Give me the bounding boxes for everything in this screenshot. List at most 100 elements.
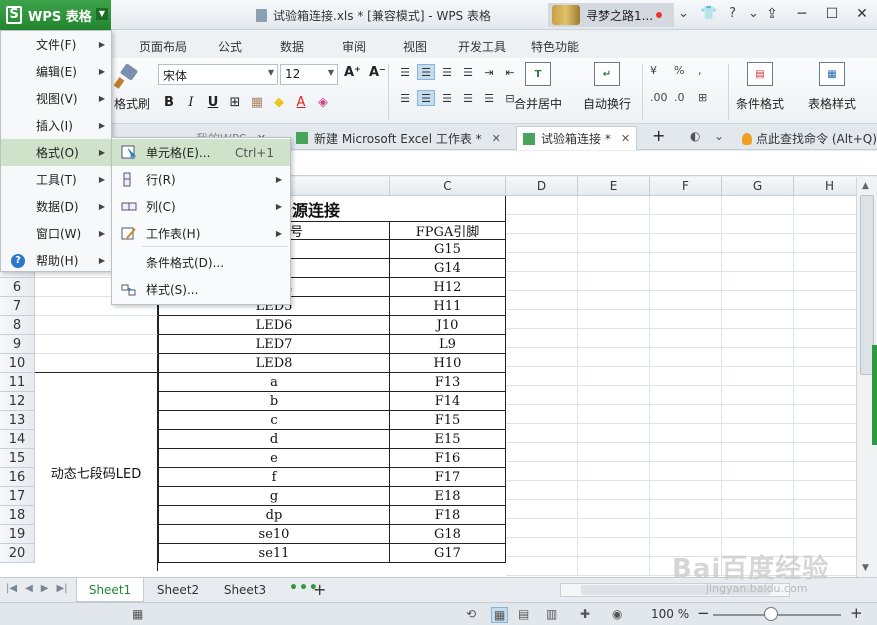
table-cell[interactable]: F15 [390,411,506,430]
table-cell[interactable]: se11 [158,544,390,563]
grid-cell[interactable] [650,215,722,234]
grid-cell[interactable] [578,234,650,253]
grid-cell[interactable] [722,443,794,462]
conditional-format-button[interactable]: ▤ 条件格式 [736,62,784,112]
menu-item-row[interactable]: 行(R) ▶ [112,166,290,193]
tab-page-layout[interactable]: 页面布局 [139,38,187,55]
close-icon[interactable]: ✕ [621,132,630,145]
align-left-icon[interactable]: ☰ [396,90,414,106]
justify-icon[interactable]: ☰ [459,90,477,106]
grid-cell[interactable] [650,405,722,424]
table-cell[interactable]: G18 [390,525,506,544]
grid-cell[interactable] [578,329,650,348]
align-top-icon[interactable]: ☰ [396,64,414,80]
tab-data[interactable]: 数据 [280,38,304,55]
zoom-level[interactable]: 100 % [651,607,689,621]
wps-app-menu-button[interactable]: S WPS 表格 ▼ [0,0,111,30]
grid-cell[interactable] [722,253,794,272]
table-cell[interactable]: E18 [390,487,506,506]
grid-cell[interactable] [578,367,650,386]
grid-cell[interactable] [722,500,794,519]
table-cell[interactable]: f [158,468,390,487]
grid-cell[interactable] [722,386,794,405]
grid-cell[interactable] [578,291,650,310]
grid-cell[interactable] [506,557,578,576]
grid-cell[interactable] [722,310,794,329]
sheet-tab-3[interactable]: Sheet3 [212,578,278,602]
table-cell[interactable]: H12 [390,278,506,297]
grid-cell[interactable] [650,234,722,253]
add-sheet-icon[interactable]: + [313,580,326,599]
menu-item-conditional-format[interactable]: 条件格式(D)... [112,249,290,276]
table-cell[interactable]: J10 [390,316,506,335]
grid-cell[interactable] [578,424,650,443]
grid-cell[interactable] [722,329,794,348]
grid-cell[interactable] [650,348,722,367]
grid-cell[interactable] [578,557,650,576]
next-sheet-icon[interactable]: ▶ [41,583,49,594]
zoom-out-icon[interactable]: − [697,604,710,622]
grid-cell[interactable] [794,234,856,253]
grid-cell[interactable] [794,462,856,481]
table-cell[interactable]: LED8 [158,354,390,373]
menu-item-edit[interactable]: 编辑(E) ▶ [1,58,111,85]
grid-cell[interactable] [794,348,856,367]
fill-color-icon[interactable]: ◆ [270,93,288,111]
grid-cell[interactable] [722,405,794,424]
grid-cell[interactable] [650,424,722,443]
table-cell[interactable]: F16 [390,449,506,468]
grid-cell[interactable] [794,272,856,291]
align-bottom-icon[interactable]: ☰ [438,64,456,80]
italic-icon[interactable]: I [182,93,200,111]
reading-mode-icon[interactable]: ✚ [580,607,590,621]
grid-cell[interactable] [578,272,650,291]
grid-cell[interactable] [794,424,856,443]
grid-cell[interactable] [722,481,794,500]
table-cell[interactable]: L9 [390,335,506,354]
menu-item-data[interactable]: 数据(D) ▶ [1,193,111,220]
row-header[interactable]: 7 [0,297,35,316]
chevron-down-icon[interactable]: ⌄ [714,129,724,143]
upload-icon[interactable]: ⇪ [757,0,787,28]
distribute-icon[interactable]: ☰ [480,90,498,106]
border-icon[interactable]: ⊞ [226,93,244,111]
grid-cell[interactable] [506,310,578,329]
scroll-up-icon[interactable]: ▲ [862,181,869,191]
format-painter-label[interactable]: 格式刷 [114,95,150,112]
grid-cell[interactable] [578,500,650,519]
indent-icon[interactable]: ⇥ [480,64,498,80]
doc-tab-new-excel[interactable]: 新建 Microsoft Excel 工作表 * ✕ [290,126,507,150]
row-header[interactable]: 16 [0,468,35,487]
number-format-icon[interactable]: ⊞ [698,91,722,104]
column-header[interactable]: F [650,177,722,196]
grid-cell[interactable] [794,367,856,386]
grid-cell[interactable] [722,215,794,234]
first-sheet-icon[interactable]: |◀ [6,583,17,594]
sheet-tab-1[interactable]: Sheet1 [76,578,144,602]
row-header[interactable]: 14 [0,430,35,449]
command-search[interactable]: 点此查找命令 (Alt+Q) [742,130,877,147]
grid-cell[interactable] [506,367,578,386]
menu-item-format[interactable]: 格式(O) ▶ [1,139,111,166]
grid-cell[interactable] [578,310,650,329]
tab-developer[interactable]: 开发工具 [458,38,506,55]
grid-cell[interactable] [506,443,578,462]
row-header[interactable]: 8 [0,316,35,335]
decrease-decimal-icon[interactable]: .0 [674,91,698,104]
tab-formulas[interactable]: 公式 [218,38,242,55]
grid-cell[interactable] [794,519,856,538]
table-cell[interactable]: d [158,430,390,449]
thousands-icon[interactable]: , [698,64,722,77]
grid-cell[interactable] [722,462,794,481]
menu-item-cells[interactable]: 单元格(E)... Ctrl+1 [112,139,290,166]
table-cell[interactable]: a [158,373,390,392]
grid-cell[interactable] [506,405,578,424]
minimize-button[interactable]: ─ [787,0,817,28]
column-header[interactable]: H [794,177,856,196]
menu-item-tools[interactable]: 工具(T) ▶ [1,166,111,193]
menu-item-help[interactable]: ? 帮助(H) ▶ [1,247,111,274]
history-icon[interactable]: ⟲ [466,607,476,621]
grid-cell[interactable] [578,462,650,481]
grid-cell[interactable] [578,253,650,272]
eye-protect-icon[interactable]: ◉ [612,607,622,621]
